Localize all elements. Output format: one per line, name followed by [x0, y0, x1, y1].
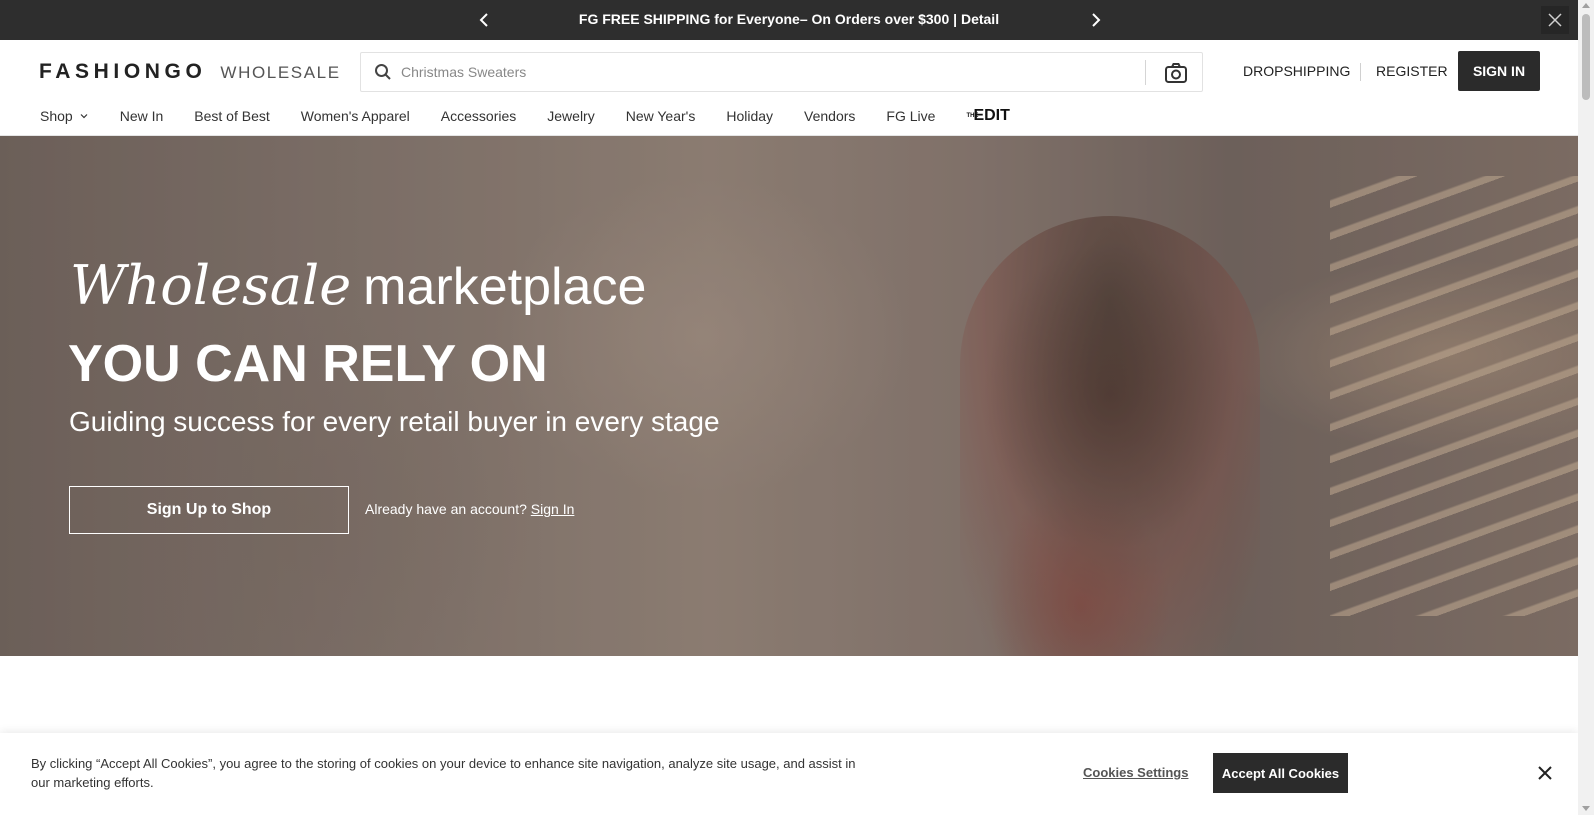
page-scrollbar[interactable] — [1578, 0, 1594, 815]
nav-item-label: Shop — [40, 108, 73, 124]
header-divider — [1360, 63, 1361, 81]
hero-overlay — [0, 136, 1578, 656]
cookies-settings-button[interactable]: Cookies Settings — [1083, 765, 1188, 780]
logo-main: FASHIONGO — [39, 60, 207, 83]
nav-item-vendors[interactable]: Vendors — [804, 108, 855, 124]
hero-already-text: Already have an account? — [365, 501, 527, 517]
nav-item-holiday[interactable]: Holiday — [726, 108, 773, 124]
nav-item-new-years[interactable]: New Year's — [626, 108, 696, 124]
search-icon — [375, 64, 391, 80]
nav-item-womens-apparel[interactable]: Women's Apparel — [301, 108, 410, 124]
cookie-close-button[interactable] — [1536, 764, 1554, 782]
promo-next-button[interactable] — [1086, 10, 1106, 30]
search-bar — [360, 52, 1203, 92]
close-icon — [1548, 13, 1562, 27]
nav-item-fg-live[interactable]: FG Live — [886, 108, 935, 124]
sign-up-button[interactable]: Sign Up to Shop — [69, 486, 349, 534]
nav-item-jewelry[interactable]: Jewelry — [547, 108, 594, 124]
hero-title: Wholesale marketplace — [70, 254, 646, 317]
close-icon — [1538, 766, 1552, 780]
scroll-thumb[interactable] — [1582, 14, 1590, 100]
nav-item-the-edit[interactable]: THE EDIT — [966, 107, 1009, 125]
hero-banner: Wholesale marketplace YOU CAN RELY ON Gui… — [0, 136, 1578, 656]
chevron-down-icon — [80, 114, 88, 119]
camera-icon[interactable] — [1164, 61, 1188, 85]
register-link[interactable]: REGISTER — [1376, 63, 1448, 79]
hero-signin-prompt: Already have an account? Sign In — [365, 501, 574, 517]
chevron-right-icon — [1092, 13, 1101, 27]
logo-sub: WHOLESALE — [220, 63, 341, 82]
nav-edit-label: EDIT — [973, 107, 1010, 124]
hero-subtitle: Guiding success for every retail buyer i… — [69, 406, 720, 437]
hero-headline: YOU CAN RELY ON — [68, 335, 548, 393]
dropshipping-link[interactable]: DROPSHIPPING — [1243, 63, 1350, 79]
nav-item-new-in[interactable]: New In — [120, 108, 164, 124]
nav-edit-prefix: THE — [966, 113, 979, 119]
hero-title-italic: Wholesale — [70, 254, 352, 317]
search-input[interactable] — [401, 53, 1141, 91]
nav-item-shop[interactable]: Shop — [40, 108, 89, 124]
site-header: FASHIONGO WHOLESALE DROPSHIPPING REGISTE… — [0, 40, 1578, 136]
promo-close-button[interactable] — [1541, 6, 1569, 34]
search-divider — [1145, 60, 1146, 85]
accept-cookies-button[interactable]: Accept All Cookies — [1213, 753, 1348, 793]
promo-bar: FG FREE SHIPPING for Everyone– On Orders… — [0, 0, 1578, 40]
nav-item-best-of-best[interactable]: Best of Best — [194, 108, 269, 124]
page: FG FREE SHIPPING for Everyone– On Orders… — [0, 0, 1594, 815]
scroll-down-arrow[interactable] — [1582, 806, 1590, 811]
scroll-up-arrow[interactable] — [1582, 3, 1590, 8]
promo-text[interactable]: FG FREE SHIPPING for Everyone– On Orders… — [0, 11, 1578, 27]
main-nav: Shop New In Best of Best Women's Apparel… — [40, 104, 1010, 128]
cookie-text: By clicking “Accept All Cookies”, you ag… — [31, 756, 856, 790]
logo[interactable]: FASHIONGO WHOLESALE — [39, 60, 341, 84]
nav-item-accessories[interactable]: Accessories — [441, 108, 516, 124]
cookie-banner: By clicking “Accept All Cookies”, you ag… — [0, 733, 1578, 815]
hero-sign-in-link[interactable]: Sign In — [531, 501, 575, 517]
hero-title-light: marketplace — [363, 258, 647, 316]
sign-in-button[interactable]: SIGN IN — [1458, 51, 1540, 91]
